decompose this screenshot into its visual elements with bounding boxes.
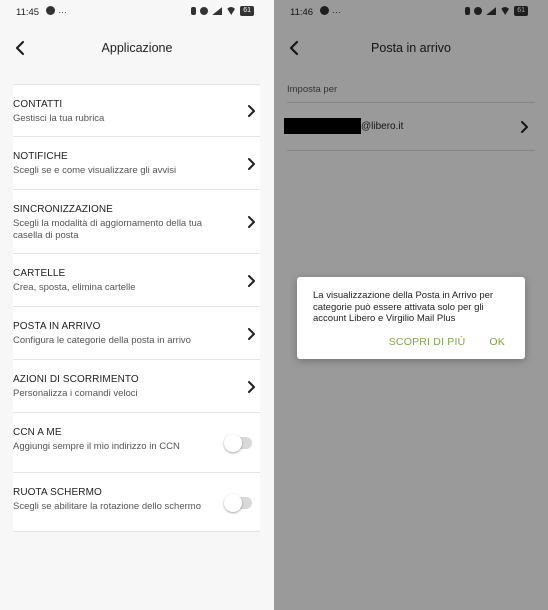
settings-list: CONTATTI Gestisci la tua rubrica NOTIFICHE…: [13, 84, 260, 532]
toggle-knob: [224, 493, 242, 512]
settings-item-ruota-schermo[interactable]: RUOTA SCHERMO Scegli se abilitare la rota…: [13, 473, 260, 532]
dialog-message: La visualizzazione della Posta in Arrivo…: [313, 290, 494, 324]
settings-item-title: NOTIFICHE: [13, 151, 68, 162]
bluetooth-icon: [191, 7, 197, 15]
settings-item-title: AZIONI DI SCORRIMENTO: [13, 374, 139, 385]
settings-item-subtitle: Aggiungi sempre il mio indirizzo in CCN: [13, 441, 180, 452]
app-bar: Applicazione: [0, 30, 274, 66]
status-icons: 61: [191, 6, 254, 16]
settings-screen: 11:45 … 61 Applicazione CONTATTI Gestisci…: [0, 0, 274, 610]
settings-item-cartelle[interactable]: CARTELLE Crea, sposta, elimina cartelle: [13, 254, 260, 307]
signal-icon: [212, 7, 223, 15]
inbox-settings-screen: 11:46 … 61 Posta in arrivo Imposta per @…: [274, 0, 548, 610]
settings-item-title: CCN A ME: [13, 427, 62, 438]
battery-icon: 61: [240, 6, 254, 16]
chevron-right-icon: [248, 380, 255, 393]
info-dialog: La visualizzazione della Posta in Arrivo…: [297, 277, 525, 359]
settings-item-title: RUOTA SCHERMO: [13, 487, 102, 498]
status-bar: 11:45 … 61: [0, 0, 274, 24]
telegram-icon: [46, 6, 55, 16]
mute-icon: [200, 7, 209, 15]
settings-item-notifiche[interactable]: NOTIFICHE Scegli se e come visualizzare g…: [13, 137, 260, 190]
settings-item-subtitle: Personalizza i comandi veloci: [13, 388, 138, 399]
settings-item-title: SINCRONIZZAZIONE: [13, 204, 113, 215]
status-notification-icons: …: [46, 5, 67, 16]
settings-item-title: CONTATTI: [13, 99, 63, 110]
chevron-right-icon: [248, 216, 255, 228]
settings-item-subtitle: Scegli se e come visualizzare gli avvisi: [13, 165, 177, 176]
settings-item-subtitle: Scegli se abilitare la rotazione dello s…: [13, 501, 201, 512]
settings-item-sincronizzazione[interactable]: SINCRONIZZAZIONE Scegli la modalità di ag…: [13, 190, 260, 254]
status-time: 11:45: [16, 7, 40, 18]
chevron-right-icon: [248, 274, 255, 287]
settings-item-subtitle: Configura le categorie della posta in ar…: [13, 335, 191, 346]
chevron-right-icon: [248, 105, 255, 117]
settings-item-subtitle: Scegli la modalità di aggiornamento dell…: [13, 218, 203, 241]
settings-item-ccn-a-me[interactable]: CCN A ME Aggiungi sempre il mio indirizzo…: [13, 413, 260, 473]
learn-more-button[interactable]: SCOPRI DI PIÙ: [389, 336, 466, 348]
dialog-actions: SCOPRI DI PIÙ OK: [389, 336, 505, 348]
settings-item-azioni-di-scorrimento[interactable]: AZIONI DI SCORRIMENTO Personalizza i coma…: [13, 360, 260, 413]
settings-item-subtitle: Crea, sposta, elimina cartelle: [13, 282, 136, 293]
settings-item-subtitle: Gestisci la tua rubrica: [13, 113, 105, 124]
wifi-icon: [226, 7, 237, 15]
page-title: Applicazione: [101, 41, 173, 55]
settings-item-title: CARTELLE: [13, 268, 66, 279]
settings-item-contatti[interactable]: CONTATTI Gestisci la tua rubrica: [13, 85, 260, 137]
chevron-right-icon: [248, 327, 255, 340]
ok-button[interactable]: OK: [489, 336, 505, 348]
settings-item-title: POSTA IN ARRIVO: [13, 321, 101, 332]
chevron-right-icon: [248, 157, 255, 170]
settings-item-posta-in-arrivo[interactable]: POSTA IN ARRIVO Configura le categorie de…: [13, 307, 260, 360]
toggle-switch[interactable]: [224, 493, 252, 512]
toggle-switch[interactable]: [224, 434, 252, 452]
toggle-knob: [224, 434, 242, 452]
